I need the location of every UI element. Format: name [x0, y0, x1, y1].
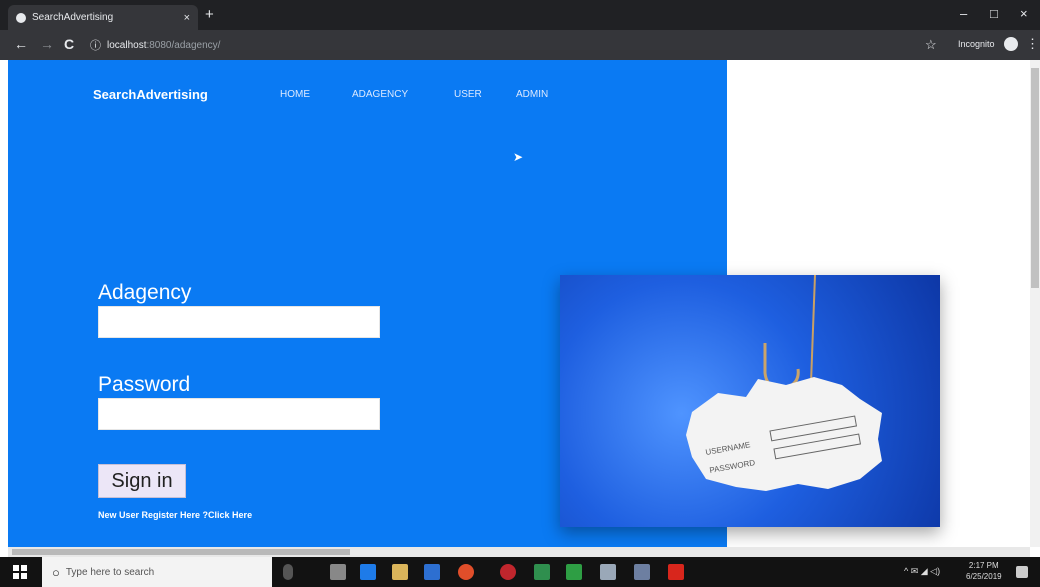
- browser-tab-strip: SearchAdvertising × + – □ ×: [0, 0, 1040, 30]
- search-placeholder: Type here to search: [65, 566, 155, 578]
- browser-menu-icon[interactable]: ⋮: [1026, 36, 1039, 52]
- register-link[interactable]: New User Register Here ?Click Here: [98, 510, 252, 520]
- system-tray-icons[interactable]: ^ ✉ ◢ ◁): [904, 566, 940, 577]
- notifications-icon[interactable]: [1016, 566, 1028, 578]
- vscode-icon[interactable]: [360, 564, 376, 580]
- chrome-icon[interactable]: [458, 564, 474, 580]
- site-brand[interactable]: SearchAdvertising: [93, 87, 208, 102]
- task-view-icon[interactable]: [330, 564, 346, 580]
- new-tab-button[interactable]: +: [205, 6, 214, 23]
- info-icon[interactable]: ⓘ: [90, 37, 101, 53]
- page-viewport: SearchAdvertising HOME ADAGENCY USER ADM…: [8, 60, 1030, 547]
- nav-adagency[interactable]: ADAGENCY: [352, 89, 408, 100]
- browser-toolbar: ← → C ⓘ localhost :8080/adagency/ ☆ Inco…: [0, 30, 1040, 60]
- tab-title: SearchAdvertising: [32, 12, 114, 23]
- nav-admin[interactable]: ADMIN: [516, 89, 548, 100]
- windows-start-icon[interactable]: [13, 565, 27, 579]
- app-green-icon[interactable]: [534, 564, 550, 580]
- reload-button[interactable]: C: [64, 36, 74, 52]
- windows-taskbar: ○ Type here to search ^ ✉ ◢ ◁) 2:17 PM 6…: [0, 557, 1040, 587]
- phishing-hook-image: USERNAME PASSWORD: [560, 275, 940, 527]
- app-blue-gray-icon[interactable]: [634, 564, 650, 580]
- maximize-button[interactable]: □: [990, 6, 998, 21]
- hook-illustration: USERNAME PASSWORD: [686, 275, 882, 491]
- taskbar-search[interactable]: ○ Type here to search: [42, 557, 272, 587]
- url-path: :8080/adagency/: [146, 39, 221, 51]
- browser-tab[interactable]: SearchAdvertising ×: [8, 5, 198, 30]
- password-label: Password: [98, 373, 191, 396]
- address-bar[interactable]: ⓘ localhost :8080/adagency/: [90, 36, 910, 54]
- excel-icon[interactable]: [566, 564, 582, 580]
- password-input[interactable]: [98, 398, 380, 430]
- close-window-button[interactable]: ×: [1020, 6, 1028, 21]
- tab-close-icon[interactable]: ×: [184, 12, 190, 24]
- minimize-button[interactable]: –: [960, 6, 967, 21]
- app-gray-icon[interactable]: [600, 564, 616, 580]
- favicon-icon: [16, 12, 26, 23]
- edge-icon[interactable]: [424, 564, 440, 580]
- clock-date: 6/25/2019: [966, 572, 1002, 581]
- taskbar-clock[interactable]: 2:17 PM 6/25/2019: [966, 560, 1002, 582]
- vertical-scroll-thumb[interactable]: [1031, 68, 1039, 288]
- adagency-label: Adagency: [98, 281, 192, 304]
- bookmark-star-icon[interactable]: ☆: [925, 37, 937, 53]
- horizontal-scroll-thumb[interactable]: [12, 549, 350, 555]
- fishing-line: [810, 275, 816, 384]
- acrobat-icon[interactable]: [668, 564, 684, 580]
- file-explorer-icon[interactable]: [392, 564, 408, 580]
- back-button[interactable]: ←: [14, 36, 28, 52]
- mouse-cursor-icon: ➤: [513, 150, 524, 164]
- incognito-label: Incognito: [958, 39, 995, 49]
- incognito-icon: [1004, 37, 1018, 51]
- nav-home[interactable]: HOME: [280, 89, 310, 100]
- forward-button[interactable]: →: [40, 36, 54, 52]
- nav-user[interactable]: USER: [454, 89, 482, 100]
- sign-in-button[interactable]: Sign in: [98, 464, 186, 498]
- microphone-icon[interactable]: [283, 564, 293, 580]
- adagency-input[interactable]: [98, 306, 380, 338]
- url-host: localhost: [107, 39, 147, 51]
- clock-time: 2:17 PM: [968, 561, 999, 570]
- search-circle-icon: ○: [52, 564, 60, 580]
- app-red-icon[interactable]: [500, 564, 516, 580]
